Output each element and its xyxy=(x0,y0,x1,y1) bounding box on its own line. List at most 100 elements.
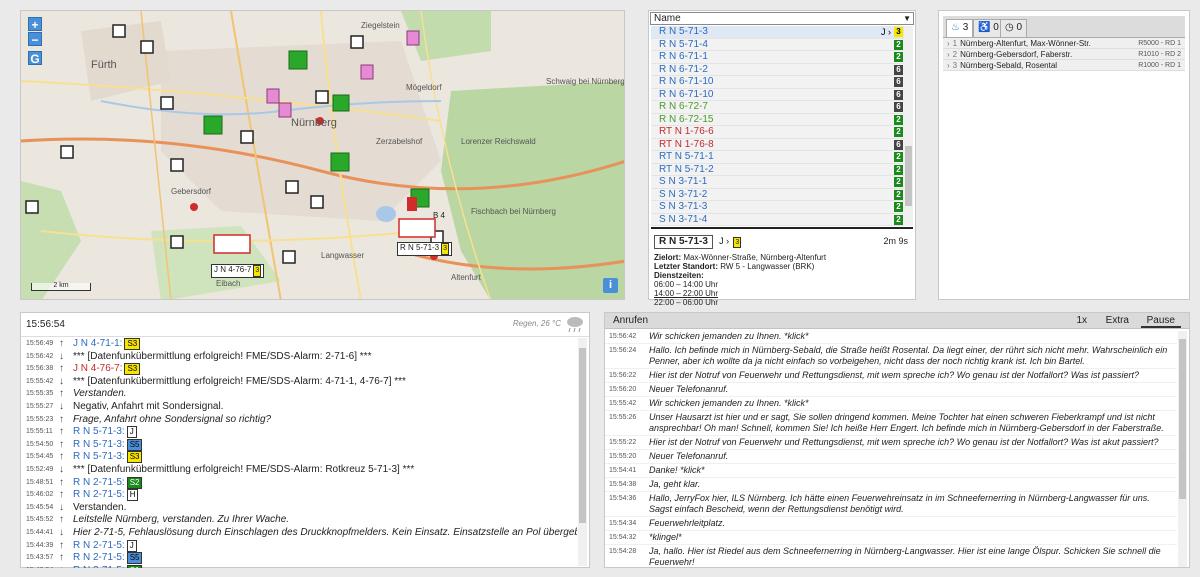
vehicle-name: R N 6-72-7 xyxy=(659,101,708,112)
status-badge: S1 xyxy=(126,564,143,568)
radio-callsign[interactable]: R N 5-71-3: xyxy=(73,451,125,462)
map-panel[interactable]: + − G J N 4-76-7 3 R N 5-71-3 3 B 4 Fürth N… xyxy=(20,10,625,300)
status-badge: 2 xyxy=(894,202,903,212)
vehicle-row[interactable]: R N 6-72-7 6 xyxy=(651,101,905,114)
radio-time: 15:55:11 xyxy=(26,428,53,436)
radio-time: 15:46:02 xyxy=(26,491,54,499)
phone-message: Neuer Telefonanruf. xyxy=(649,451,729,461)
vehicle-row[interactable]: R N 6-71-10 6 xyxy=(651,88,905,101)
incident-row[interactable]: › 1 Nürnberg-Altenfurt, Max-Wönner-Str. R50… xyxy=(943,38,1185,49)
phone-time: 15:54:28 xyxy=(609,548,637,555)
radio-header: 15:56:54 Regen, 26 °C xyxy=(21,313,589,337)
incident-code: R1000 - RD 1 xyxy=(1138,62,1181,69)
place-label: Ziegelstein xyxy=(361,21,400,30)
vehicle-row[interactable]: RT N 1-76-6 2 xyxy=(651,126,905,139)
radio-callsign[interactable]: R N 5-71-3: xyxy=(73,426,125,437)
radio-message: Negativ, Anfahrt mit Sondersignal. xyxy=(73,400,224,412)
tab-scheduled[interactable]: ◷ 0 xyxy=(1000,19,1028,37)
vehicle-name: S N 3-71-3 xyxy=(659,201,708,212)
phone-time: 15:54:41 xyxy=(609,467,637,474)
radio-log-scrollbar[interactable] xyxy=(578,338,587,566)
vehicle-list-scrollbar[interactable] xyxy=(904,26,913,226)
clock-icon: ◷ xyxy=(1005,22,1014,33)
phone-message: Ja, geht klar. xyxy=(649,479,701,489)
phone-time: 15:56:20 xyxy=(609,386,637,393)
radio-time: 15:44:39 xyxy=(26,541,54,549)
info-button[interactable]: i xyxy=(603,278,618,293)
phone-panel: Anrufen 1x Extra Pause 15:56:42 Wir schic… xyxy=(604,312,1190,568)
vehicle-sort-select[interactable]: Name ▼ xyxy=(650,12,914,25)
vehicle-name: R N 5-71-4 xyxy=(659,38,708,50)
vehicle-row[interactable]: RT N 5-71-2 2 xyxy=(651,163,905,176)
status-badge: 2 xyxy=(894,177,903,187)
radio-message: Verstanden. xyxy=(73,388,127,400)
status-badge: 2 xyxy=(894,39,903,50)
vehicle-label-b: B 4 xyxy=(433,211,446,220)
phone-row: 15:55:26 Unser Hausarzt ist hier und er s… xyxy=(605,411,1177,436)
incident-number: 1 xyxy=(952,39,958,48)
vehicle-row[interactable]: R N 6-72-15 2 xyxy=(651,113,905,126)
arrow-down-icon: ↓ xyxy=(59,375,64,387)
detail-last-line: Letzter Standort: RW 5 - Langwasser (BRK… xyxy=(654,262,815,271)
weather-text: Regen, 26 °C xyxy=(512,319,561,328)
status-badge: 2 xyxy=(894,164,903,175)
vehicle-row[interactable]: R N 6-71-1 2 xyxy=(651,51,905,64)
radio-time: 15:48:51 xyxy=(26,478,54,486)
detail-target-line: Zielort: Max-Wönner-Straße, Nürnberg-Alt… xyxy=(654,253,827,262)
vehicle-label-j[interactable]: J N 4-76-7 3 xyxy=(211,264,265,278)
detail-extra: J › xyxy=(719,236,730,246)
arrow-up-icon: ↑ xyxy=(59,489,64,501)
radio-callsign[interactable]: R N 2-71-5: xyxy=(73,552,125,563)
radio-time: 15:43:54 xyxy=(26,565,53,568)
zoom-in-button[interactable]: + xyxy=(28,17,42,32)
extra-button[interactable]: Extra xyxy=(1100,314,1135,328)
zoom-out-button[interactable]: − xyxy=(28,32,42,47)
scale-bar: 2 km xyxy=(31,282,91,291)
vehicle-row[interactable]: S N 3-71-2 2 xyxy=(651,188,905,201)
vehicle-row[interactable]: RT N 5-71-1 2 xyxy=(651,151,905,164)
radio-callsign[interactable]: J N 4-71-1: xyxy=(73,338,122,349)
vehicle-row[interactable]: R N 6-71-2 6 xyxy=(651,63,905,76)
vehicle-name: RT N 1-76-8 xyxy=(659,138,714,150)
radio-callsign[interactable]: R N 2-71-5: xyxy=(73,477,125,488)
detail-shifts-label: Dienstzeiten: xyxy=(654,271,704,280)
pause-button[interactable]: Pause xyxy=(1140,314,1181,328)
scrollbar-thumb[interactable] xyxy=(579,348,586,523)
vehicle-label-r[interactable]: R N 5-71-3 3 xyxy=(397,242,453,256)
status-badge: S3 xyxy=(124,338,141,350)
phone-time: 15:56:22 xyxy=(609,372,637,379)
tab-active-incidents[interactable]: ♨ 3 xyxy=(946,19,974,37)
status-badge: 2 xyxy=(894,214,903,225)
scrollbar-thumb[interactable] xyxy=(905,146,912,206)
phone-row: 15:55:42 Wir schicken jemanden zu Ihnen. … xyxy=(605,397,1177,411)
vehicle-row[interactable]: RT N 1-76-8 6 xyxy=(651,138,905,151)
vehicle-name: RT N 5-71-2 xyxy=(659,163,714,175)
vehicle-row[interactable]: S N 3-71-4 2 xyxy=(651,213,905,226)
phone-log-scrollbar[interactable] xyxy=(1178,331,1187,567)
radio-callsign[interactable]: R N 2-71-5: xyxy=(73,489,125,500)
radio-callsign[interactable]: R N 5-71-3: xyxy=(73,439,125,450)
radio-callsign[interactable]: R N 2-71-5: xyxy=(73,540,125,551)
phone-message: Ja, hallo. Hier ist Riedel aus dem Schne… xyxy=(649,546,1161,567)
radio-callsign[interactable]: J N 4-76-7: xyxy=(73,363,122,374)
vehicle-row[interactable]: S N 3-71-1 2 xyxy=(651,176,905,189)
radio-time: 15:43:57 xyxy=(26,554,54,562)
radio-row: 15:43:57 ↑ R N 2-71-5: S5 xyxy=(21,552,577,565)
vehicle-row[interactable]: S N 3-71-3 2 xyxy=(651,201,905,214)
call-button[interactable]: Anrufen xyxy=(607,314,654,328)
vehicle-row[interactable]: R N 5-71-4 2 xyxy=(651,38,905,51)
radio-time: 15:54:50 xyxy=(26,440,54,448)
wheelchair-icon: ♿ xyxy=(978,22,991,33)
speed-button[interactable]: 1x xyxy=(1070,314,1093,328)
incident-row[interactable]: › 3 Nürnberg-Sebald, Rosental R1000 - RD 1 xyxy=(943,60,1185,71)
radio-callsign[interactable]: R N 2-71-5: xyxy=(73,565,125,568)
radio-row: 15:55:35 ↑ Verstanden. xyxy=(21,388,577,401)
layers-button[interactable]: G xyxy=(28,51,42,66)
vehicle-row[interactable]: R N 5-71-3 J › 3 xyxy=(651,26,905,39)
radio-time: 15:54:45 xyxy=(26,453,54,461)
vehicle-row[interactable]: R N 6-71-10 6 xyxy=(651,76,905,89)
arrow-down-icon: ↓ xyxy=(59,350,64,362)
scrollbar-thumb[interactable] xyxy=(1179,339,1186,499)
phone-message: Hier ist der Notruf von Feuerwehr und Re… xyxy=(649,370,1140,380)
incident-row[interactable]: › 2 Nürnberg-Gebersdorf, Faberstr. R1010 - … xyxy=(943,49,1185,60)
